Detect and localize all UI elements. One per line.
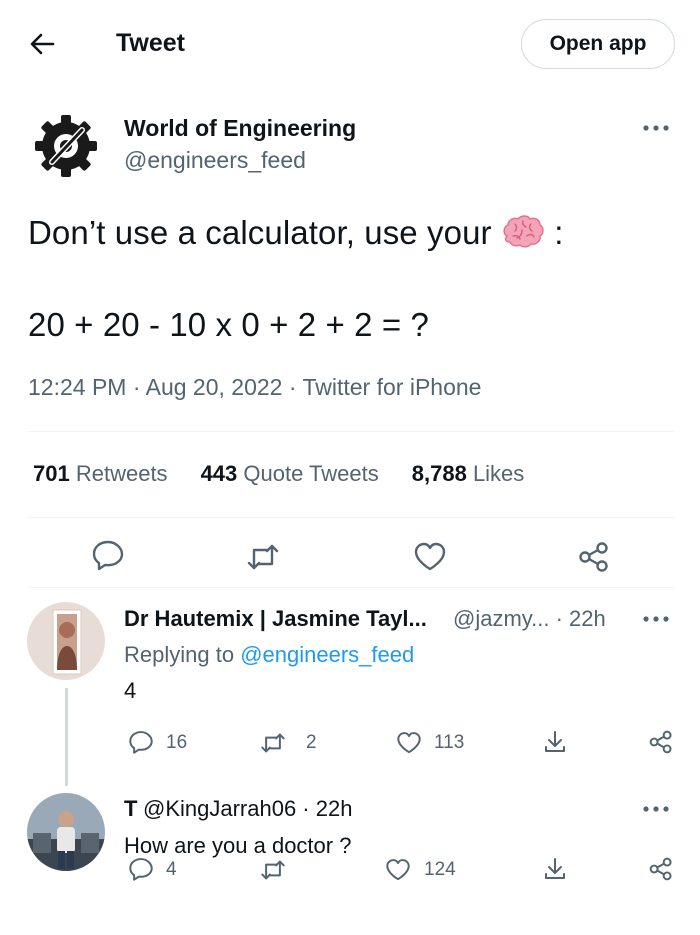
more-options-icon[interactable] <box>640 803 672 815</box>
heart-icon[interactable] <box>396 730 422 756</box>
reply-icon[interactable] <box>128 729 154 755</box>
tweet-text-suffix: : <box>554 214 564 251</box>
reply-text: 4 <box>124 678 137 703</box>
divider <box>28 587 674 588</box>
author-avatar[interactable] <box>30 110 102 182</box>
reply-avatar[interactable] <box>27 602 105 680</box>
tweet-text: Don’t use a calculator, use your <box>28 214 492 251</box>
replying-to: Replying to @engineers_feed <box>124 642 415 667</box>
like-count: 124 <box>424 859 456 880</box>
page-title: Tweet <box>116 29 185 57</box>
divider <box>28 431 674 432</box>
reply-handle-time[interactable]: @jazmy... · 22h <box>453 606 606 632</box>
tweet-stats: 701 Retweets 443 Quote Tweets 8,788 Like… <box>33 461 557 487</box>
author-handle[interactable]: @engineers_feed <box>124 147 306 174</box>
quote-tweets-stat[interactable]: 443 Quote Tweets <box>201 461 379 487</box>
reply-count: 4 <box>166 859 177 880</box>
reply-author-name[interactable]: Dr Hautemix | Jasmine Tayl... <box>124 606 427 632</box>
share-icon[interactable] <box>577 540 611 574</box>
gear-logo-icon <box>35 115 97 177</box>
share-icon[interactable] <box>648 856 674 882</box>
heart-icon[interactable] <box>385 857 411 883</box>
tweet-text-line: Don’t use a calculator, use your : <box>28 214 563 252</box>
reply-icon[interactable] <box>91 538 125 572</box>
tweet-meta: 12:24 PM · Aug 20, 2022 · Twitter for iP… <box>28 374 482 400</box>
download-icon[interactable] <box>542 729 568 755</box>
share-icon[interactable] <box>648 729 674 755</box>
download-icon[interactable] <box>542 856 568 882</box>
retweet-icon[interactable] <box>260 857 286 883</box>
brain-emoji-icon <box>501 214 545 250</box>
tweet-equation: 20 + 20 - 10 x 0 + 2 + 2 = ? <box>28 306 429 343</box>
likes-stat[interactable]: 8,788 Likes <box>412 461 525 487</box>
open-app-button[interactable]: Open app <box>521 19 675 69</box>
reply-icon[interactable] <box>128 856 154 882</box>
retweet-icon[interactable] <box>260 730 286 756</box>
retweet-count: 2 <box>306 732 317 753</box>
replying-to-handle[interactable]: @engineers_feed <box>240 642 414 667</box>
more-options-icon[interactable] <box>640 122 672 134</box>
retweet-icon[interactable] <box>246 540 280 574</box>
reply-handle-time[interactable]: @KingJarrah06 · 22h <box>143 796 352 822</box>
reply-text: How are you a doctor ? <box>124 833 352 858</box>
divider <box>28 517 674 518</box>
heart-icon[interactable] <box>413 540 447 574</box>
more-options-icon[interactable] <box>640 613 672 625</box>
author-name[interactable]: World of Engineering <box>124 115 356 142</box>
reply-avatar[interactable] <box>27 793 105 871</box>
thread-line <box>65 688 68 786</box>
retweets-stat[interactable]: 701 Retweets <box>33 461 168 487</box>
back-arrow-icon[interactable] <box>28 30 56 58</box>
like-count: 113 <box>434 732 465 753</box>
reply-count: 16 <box>166 732 188 753</box>
reply-author-name[interactable]: T <box>124 796 137 822</box>
